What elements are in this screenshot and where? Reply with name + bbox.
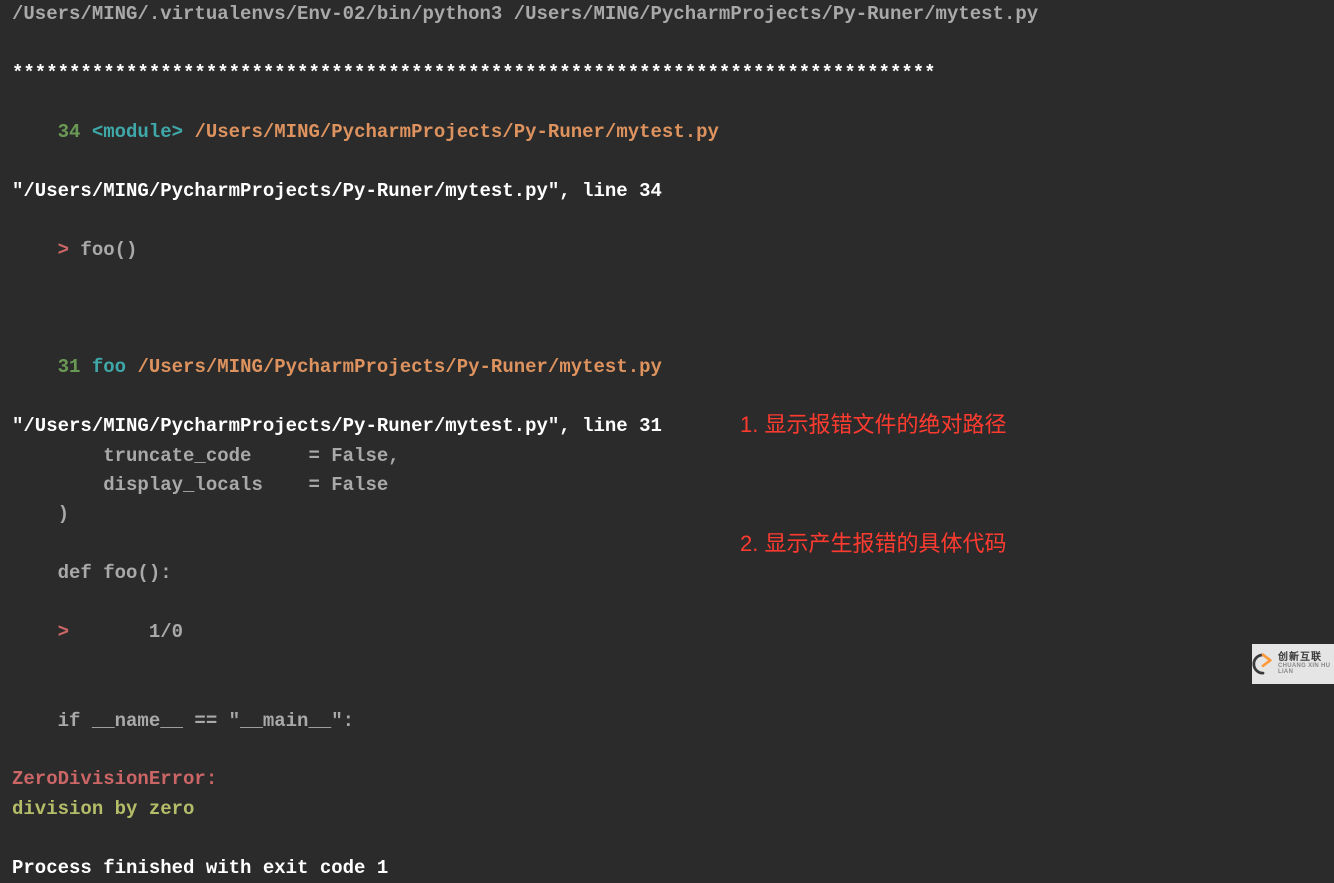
frame-1-header: 34 <module> /Users/MING/PycharmProjects/…	[12, 88, 1322, 176]
frame-1-path: /Users/MING/PycharmProjects/Py-Runer/myt…	[194, 121, 719, 143]
frame-2-path: /Users/MING/PycharmProjects/Py-Runer/myt…	[137, 356, 662, 378]
error-type: ZeroDivisionError:	[12, 765, 1322, 794]
blank-line	[12, 824, 1322, 853]
watermark-logo-icon	[1252, 653, 1274, 675]
blank-line	[12, 677, 1322, 706]
frame-2-code-5-text: 1/0	[69, 621, 183, 643]
process-exit-line: Process finished with exit code 1	[12, 854, 1322, 883]
watermark-text-en: CHUANG XIN HU LIAN	[1278, 663, 1334, 675]
frame-2-header: 31 foo /Users/MING/PycharmProjects/Py-Ru…	[12, 324, 1322, 412]
blank-line	[12, 530, 1322, 559]
watermark: 创新互联 CHUANG XIN HU LIAN	[1252, 644, 1334, 684]
frame-2-code-3: )	[12, 500, 1322, 529]
blank-line	[12, 294, 1322, 323]
frame-marker-icon: >	[58, 621, 69, 643]
frame-1-lineno: 34	[58, 121, 81, 143]
frame-2-code-6: if __name__ == "__main__":	[12, 707, 1322, 736]
error-message: division by zero	[12, 795, 1322, 824]
annotation-2: 2. 显示产生报错的具体代码	[740, 524, 1006, 564]
annotation-overlay: 1. 显示报错文件的绝对路径 2. 显示产生报错的具体代码	[740, 326, 1006, 603]
frame-2-location: "/Users/MING/PycharmProjects/Py-Runer/my…	[12, 412, 1322, 441]
frame-2-code-5: > 1/0	[12, 589, 1322, 677]
frame-1-name: <module>	[92, 121, 183, 143]
console-output: /Users/MING/.virtualenvs/Env-02/bin/pyth…	[12, 0, 1322, 883]
frame-marker-icon: >	[58, 239, 69, 261]
frame-2-code-2: display_locals = False	[12, 471, 1322, 500]
command-line: /Users/MING/.virtualenvs/Env-02/bin/pyth…	[12, 0, 1322, 29]
frame-2-lineno: 31	[58, 356, 81, 378]
frame-2-name: foo	[92, 356, 126, 378]
frame-1-code: > foo()	[12, 206, 1322, 294]
annotation-1: 1. 显示报错文件的绝对路径	[740, 405, 1006, 445]
frame-1-code-text: foo()	[69, 239, 137, 261]
frame-1-location: "/Users/MING/PycharmProjects/Py-Runer/my…	[12, 177, 1322, 206]
frame-2-code-1: truncate_code = False,	[12, 442, 1322, 471]
watermark-text-cn: 创新互联	[1278, 653, 1334, 663]
separator-line: ****************************************…	[12, 59, 1322, 88]
frame-2-code-4: def foo():	[12, 559, 1322, 588]
blank-line	[12, 29, 1322, 58]
blank-line	[12, 736, 1322, 765]
